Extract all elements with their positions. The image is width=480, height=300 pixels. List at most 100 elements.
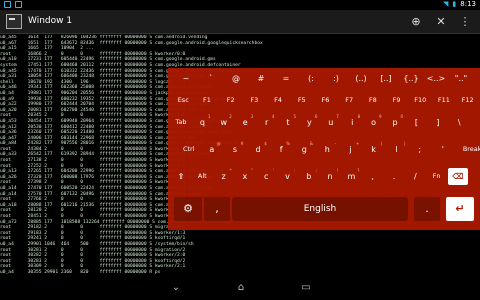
key-k0-11[interactable]: ".." [449, 70, 473, 87]
space-bar[interactable]: English [232, 197, 408, 221]
key-k2-11[interactable]: [ [406, 114, 426, 131]
key-k1-8[interactable]: F8 [362, 92, 385, 109]
overflow-menu-icon[interactable]: ⋮ [458, 15, 472, 29]
key-period[interactable]: . [414, 197, 440, 221]
key-k0-0[interactable]: ~ [174, 70, 198, 87]
key-label: . [392, 172, 396, 181]
key-label: v [285, 172, 290, 181]
key-z[interactable]: z * [214, 168, 234, 185]
key-hint: 3 [250, 114, 254, 119]
key-k2-13[interactable]: \ [449, 114, 469, 131]
key-j[interactable]: j + [340, 141, 362, 158]
key-k4-11[interactable]: / [405, 168, 425, 185]
key-i[interactable]: i8 [342, 114, 362, 131]
key-k1-2[interactable]: F2 [219, 92, 242, 109]
key-shift[interactable]: ⇧ [171, 168, 191, 185]
key-k3-10[interactable]: ; [409, 141, 431, 158]
key-k1-7[interactable]: F7 [338, 92, 361, 109]
key-hint: ; [315, 168, 317, 173]
key-m[interactable]: m? [341, 168, 361, 185]
key-l[interactable]: l) [386, 141, 408, 158]
key-v[interactable]: v: [278, 168, 298, 185]
key-d[interactable]: d $ [247, 141, 269, 158]
key-hint: * [229, 168, 232, 173]
key-label: (..) [355, 74, 367, 83]
key-k1-6[interactable]: F6 [314, 92, 337, 109]
key-k1-4[interactable]: F4 [267, 92, 290, 109]
key-label: F2 [226, 96, 235, 104]
window-title[interactable]: Window 1 [28, 16, 72, 26]
home-icon[interactable]: ⌂ [230, 281, 252, 294]
add-window-icon[interactable]: ⊕ [409, 15, 423, 29]
key-label: ⇧ [177, 172, 185, 181]
key-k1-0[interactable]: Esc [172, 92, 195, 109]
key-label: F7 [345, 96, 354, 104]
key-backspace[interactable]: ⌫ [447, 168, 468, 185]
key-label: @ [232, 74, 240, 83]
enter-key-icon[interactable]: ↵ [446, 197, 474, 221]
key-k4-10[interactable]: . [384, 168, 404, 185]
key-a[interactable]: a @ [201, 141, 223, 158]
key-comma[interactable]: , [204, 197, 230, 221]
key-k2-0[interactable]: Tab [171, 114, 191, 131]
key-w[interactable]: w2 [214, 114, 234, 131]
key-u[interactable]: u7 [321, 114, 341, 131]
key-o[interactable]: o9 [364, 114, 384, 131]
key-k0-3[interactable]: # [249, 70, 273, 87]
key-k1-10[interactable]: F10 [409, 92, 432, 109]
key-k4-1[interactable]: Alt [192, 168, 212, 185]
key-k0-5[interactable]: (: [299, 70, 323, 87]
key-k3-11[interactable]: ' [432, 141, 454, 158]
key-k1-3[interactable]: F3 [243, 92, 266, 109]
settings-key-icon[interactable]: ⚙ [174, 197, 202, 221]
key-label: {..} [403, 74, 419, 83]
keyboard-row: ⚙, English. ↵ [168, 197, 480, 221]
key-f[interactable]: f% [270, 141, 292, 158]
key-hint: 9 [379, 114, 382, 119]
key-k0-10[interactable]: <..> [424, 70, 448, 87]
key-k1-1[interactable]: F1 [196, 92, 219, 109]
key-t[interactable]: t5 [278, 114, 298, 131]
key-k2-12[interactable]: ] [428, 114, 448, 131]
recent-apps-icon[interactable]: ▭ [295, 281, 317, 294]
key-e[interactable]: e3 [235, 114, 255, 131]
key-y[interactable]: y6 [299, 114, 319, 131]
key-label: = [282, 74, 290, 83]
key-k1-11[interactable]: F11 [433, 92, 456, 109]
key-n[interactable]: n! [320, 168, 340, 185]
key-g[interactable]: g & [294, 141, 316, 158]
key-label: . [425, 202, 429, 215]
key-p[interactable]: p0 [385, 114, 405, 131]
key-k0-6[interactable]: :) [324, 70, 348, 87]
key-k0-9[interactable]: {..} [399, 70, 423, 87]
key-h[interactable]: h- [317, 141, 339, 158]
key-k3-0[interactable]: Ctrl [178, 141, 200, 158]
key-k3-12[interactable]: Break [455, 141, 480, 158]
key-b[interactable]: b; [299, 168, 319, 185]
key-k1-5[interactable]: F5 [291, 92, 314, 109]
key-label: F5 [297, 96, 306, 104]
key-x[interactable]: x " [235, 168, 255, 185]
key-label: F3 [250, 96, 259, 104]
key-s[interactable]: s # [224, 141, 246, 158]
key-label: Ctrl [182, 145, 195, 153]
terminal-app-icon[interactable] [6, 14, 22, 29]
key-k[interactable]: k( [363, 141, 385, 158]
key-label: e [242, 118, 248, 127]
key-k1-9[interactable]: F9 [385, 92, 408, 109]
key-k1-12[interactable]: F12 [456, 92, 479, 109]
key-k4-9[interactable]: , [363, 168, 383, 185]
key-hint: 5 [293, 114, 296, 119]
close-window-icon[interactable]: ✕ [434, 15, 448, 29]
key-k0-8[interactable]: [..] [374, 70, 398, 87]
key-label: z [221, 172, 226, 181]
key-q[interactable]: q1 [192, 114, 212, 131]
key-c[interactable]: c ' [256, 168, 276, 185]
key-r[interactable]: r4 [257, 114, 277, 131]
key-k0-1[interactable]: ` [199, 70, 223, 87]
back-icon[interactable]: ⌄ [165, 281, 187, 294]
key-k0-7[interactable]: (..) [349, 70, 373, 87]
key-k0-2[interactable]: @ [224, 70, 248, 87]
key-k4-12[interactable]: Fn [427, 168, 447, 185]
key-k0-4[interactable]: = [274, 70, 298, 87]
